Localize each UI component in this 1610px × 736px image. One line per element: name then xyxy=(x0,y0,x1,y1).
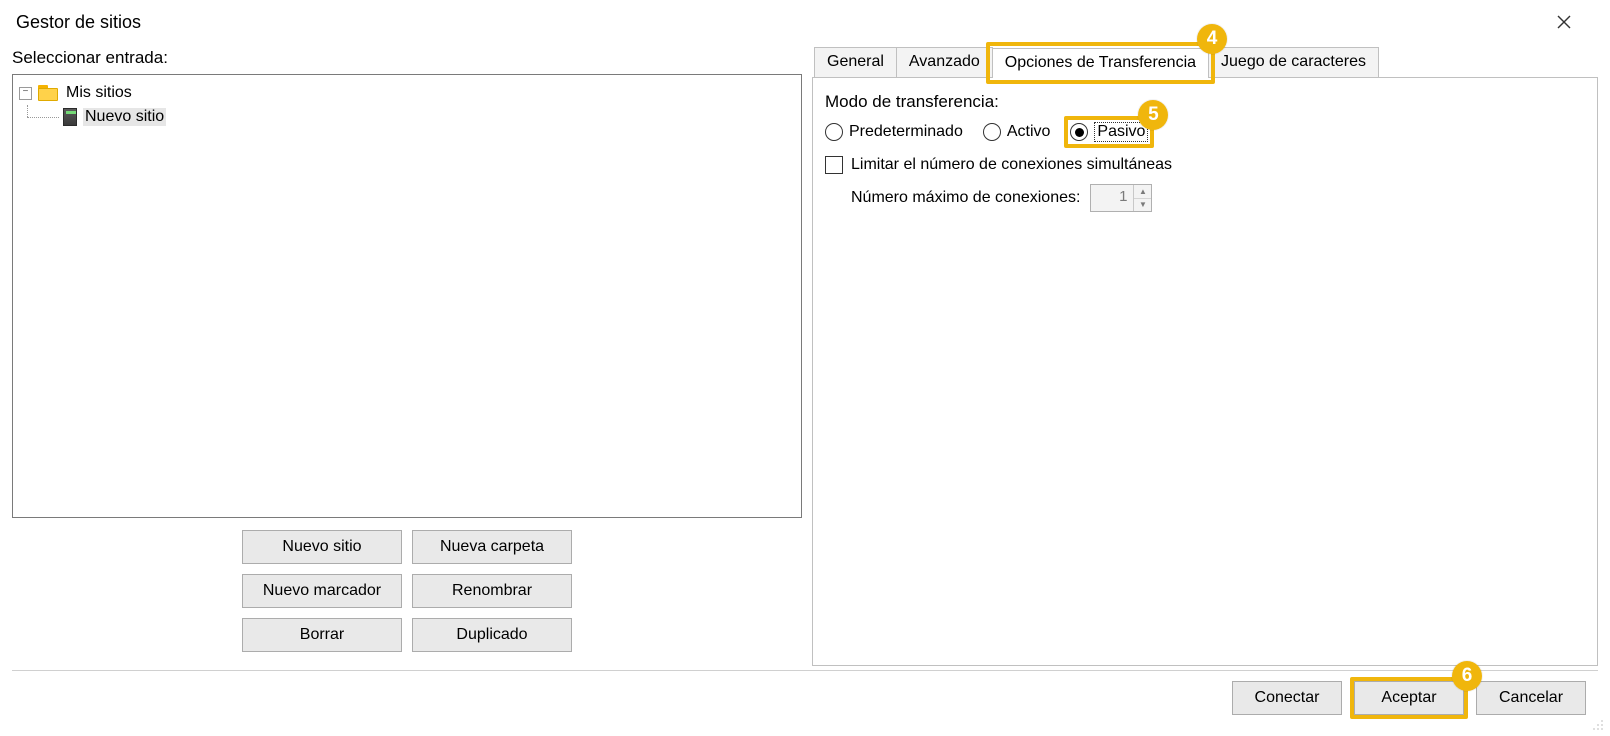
connect-button[interactable]: Conectar xyxy=(1232,681,1342,715)
site-tree[interactable]: − Mis sitios Nuevo sitio xyxy=(12,74,802,518)
accept-button[interactable]: Aceptar xyxy=(1354,681,1464,715)
resize-grip-icon[interactable] xyxy=(1590,717,1604,731)
close-button[interactable] xyxy=(1544,6,1584,38)
tree-root-label: Mis sitios xyxy=(64,84,134,102)
duplicate-button[interactable]: Duplicado xyxy=(412,618,572,652)
tree-root[interactable]: − Mis sitios xyxy=(19,81,795,105)
close-icon xyxy=(1557,15,1571,29)
right-panel: General Avanzado Opciones de Transferenc… xyxy=(802,44,1598,666)
radio-active-label: Activo xyxy=(1007,123,1051,141)
callout-badge-6: 6 xyxy=(1452,661,1482,691)
separator xyxy=(12,670,1598,671)
folder-icon xyxy=(38,85,58,101)
radio-icon xyxy=(825,123,843,141)
delete-button[interactable]: Borrar xyxy=(242,618,402,652)
new-folder-button[interactable]: Nueva carpeta xyxy=(412,530,572,564)
chevron-up-icon[interactable]: ▲ xyxy=(1134,185,1151,199)
radio-icon xyxy=(983,123,1001,141)
rename-button[interactable]: Renombrar xyxy=(412,574,572,608)
radio-default-label: Predeterminado xyxy=(849,123,963,141)
select-entry-label: Seleccionar entrada: xyxy=(12,44,802,74)
tree-child[interactable]: Nuevo sitio xyxy=(19,105,795,129)
tree-connector-icon xyxy=(19,105,63,129)
limit-connections-label: Limitar el número de conexiones simultán… xyxy=(851,156,1172,174)
new-bookmark-button[interactable]: Nuevo marcador xyxy=(242,574,402,608)
max-connections-label: Número máximo de conexiones: xyxy=(851,189,1080,207)
title-bar: Gestor de sitios xyxy=(0,0,1610,44)
tree-child-label: Nuevo sitio xyxy=(83,108,166,126)
cancel-button[interactable]: Cancelar xyxy=(1476,681,1586,715)
checkbox-icon[interactable] xyxy=(825,156,843,174)
tab-general[interactable]: General xyxy=(814,47,897,77)
tree-collapse-icon[interactable]: − xyxy=(19,87,32,100)
radio-passive-label: Pasivo xyxy=(1094,122,1148,142)
tab-transfer[interactable]: Opciones de Transferencia xyxy=(992,48,1209,78)
radio-default[interactable]: Predeterminado xyxy=(825,123,963,141)
chevron-down-icon[interactable]: ▼ xyxy=(1134,199,1151,212)
transfer-mode-radios: Predeterminado Activo Pasivo xyxy=(825,122,1585,142)
radio-icon xyxy=(1070,123,1088,141)
new-site-button[interactable]: Nuevo sitio xyxy=(242,530,402,564)
callout-badge-4: 4 xyxy=(1197,24,1227,54)
tab-content: Modo de transferencia: Predeterminado Ac… xyxy=(812,78,1598,666)
left-button-grid: Nuevo sitio Nueva carpeta Nuevo marcador… xyxy=(12,530,802,652)
max-connections-value: 1 xyxy=(1091,185,1133,211)
tab-advanced[interactable]: Avanzado xyxy=(896,47,993,77)
radio-active[interactable]: Activo xyxy=(983,123,1051,141)
transfer-mode-label: Modo de transferencia: xyxy=(825,92,1585,112)
max-connections-input[interactable]: 1 ▲ ▼ xyxy=(1090,184,1152,212)
tab-charset[interactable]: Juego de caracteres xyxy=(1208,47,1379,77)
max-connections-row: Número máximo de conexiones: 1 ▲ ▼ xyxy=(825,184,1585,212)
limit-connections-row[interactable]: Limitar el número de conexiones simultán… xyxy=(825,156,1585,174)
server-icon xyxy=(63,108,77,126)
dialog-buttons: Conectar Aceptar Cancelar xyxy=(1232,681,1586,715)
spinner-arrows[interactable]: ▲ ▼ xyxy=(1133,185,1151,211)
left-panel: Seleccionar entrada: − Mis sitios Nuevo … xyxy=(12,44,802,666)
radio-passive[interactable]: Pasivo xyxy=(1070,122,1148,142)
window-title: Gestor de sitios xyxy=(16,12,141,33)
